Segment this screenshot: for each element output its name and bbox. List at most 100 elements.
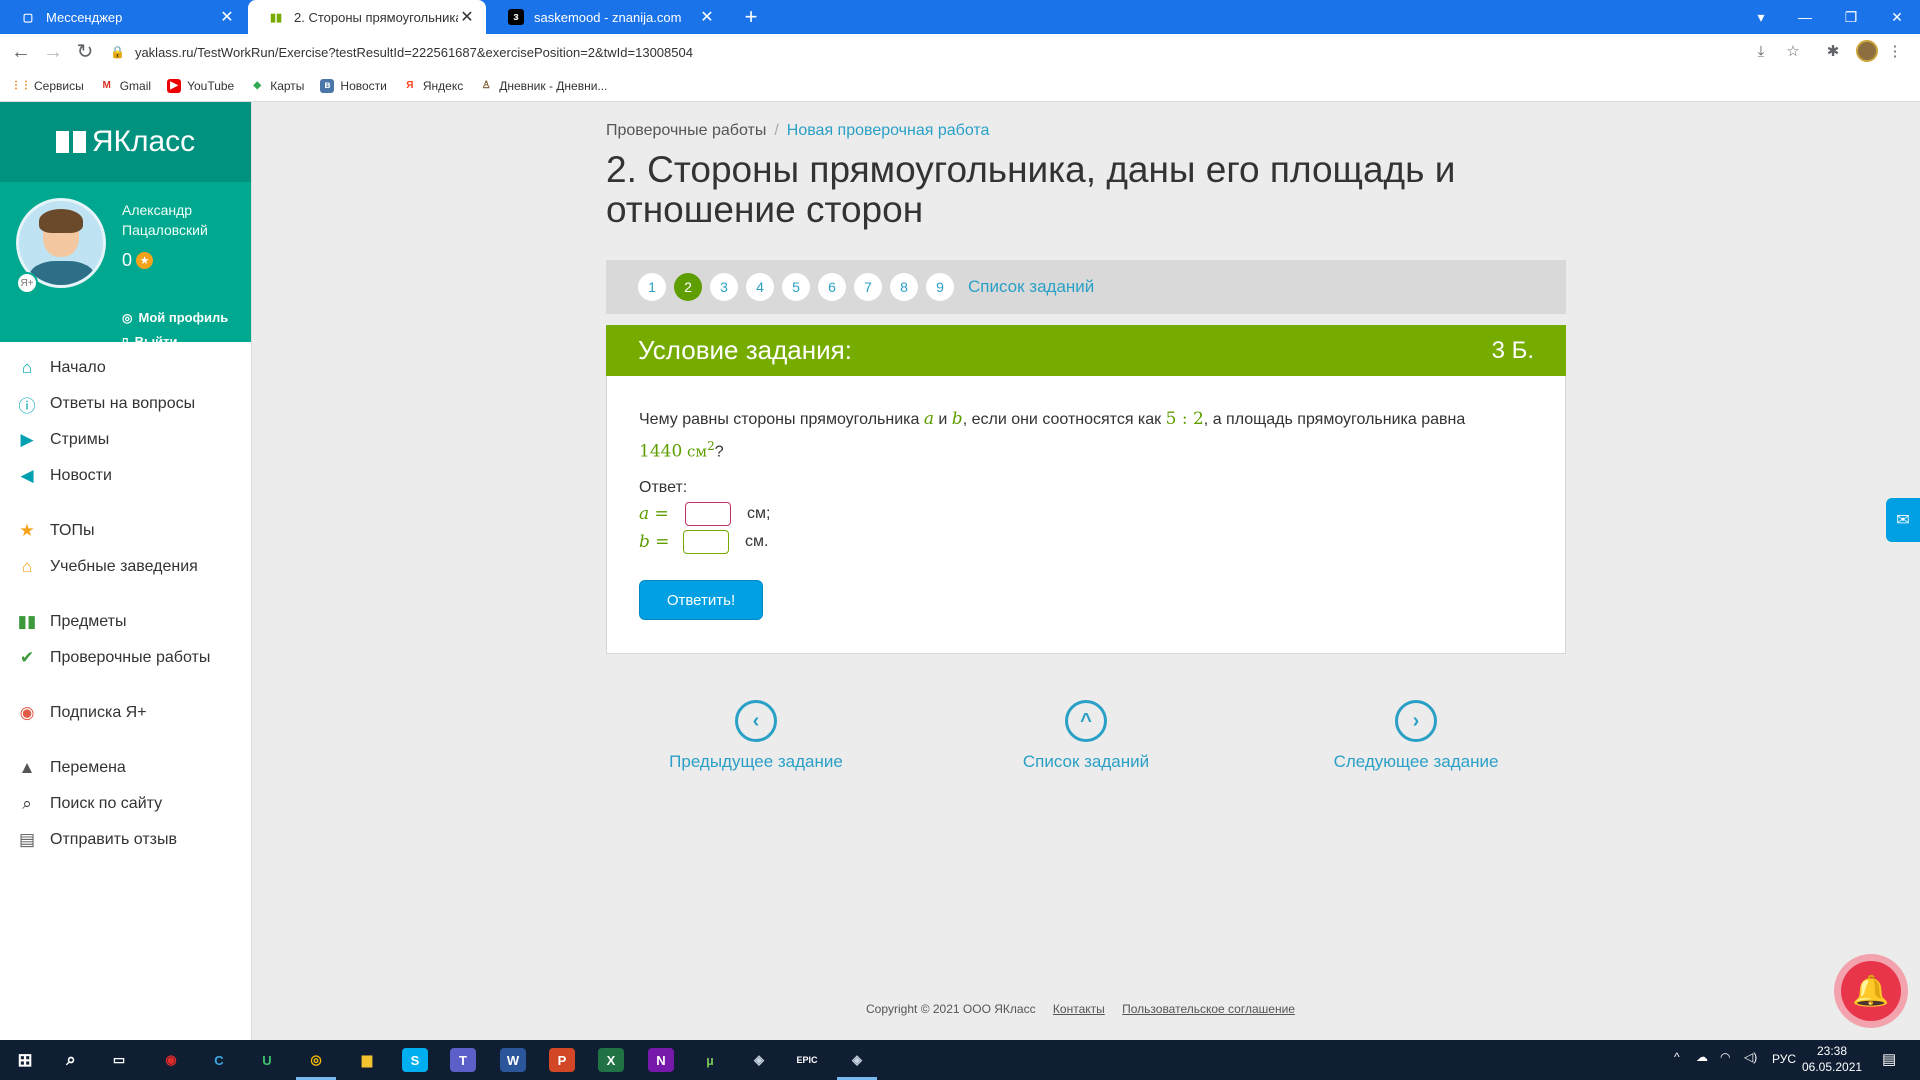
skype-icon[interactable]: S <box>402 1048 428 1072</box>
bookmark-gmail[interactable]: M Gmail <box>100 79 152 93</box>
sidebar-item-news[interactable]: ◀ Новости <box>0 458 252 494</box>
wifi-icon[interactable]: ◠ <box>1720 1050 1730 1064</box>
task-list-link[interactable]: Список заданий <box>968 277 1094 297</box>
chevron-left-icon: ‹ <box>735 700 777 742</box>
kebab-menu-icon[interactable]: ⋮ <box>1884 42 1906 64</box>
browser-tab-yaklass[interactable]: ▮▮ 2. Стороны прямоугольника, да ✕ <box>248 0 486 34</box>
task-list-nav-link[interactable]: ^ Список заданий <box>966 700 1206 772</box>
breadcrumb-parent[interactable]: Проверочные работы <box>606 122 766 139</box>
steam-running-icon[interactable]: ◈ <box>844 1048 870 1072</box>
browser-tab-messenger[interactable]: ▢ Мессенджер ✕ <box>0 0 246 34</box>
sidebar-item-break[interactable]: ▲ Перемена <box>0 750 252 786</box>
sidebar-item-streams[interactable]: ▶ Стримы <box>0 422 252 458</box>
close-icon[interactable]: ✕ <box>698 7 716 27</box>
task-number-3[interactable]: 3 <box>710 273 738 301</box>
browser-tab-znanija[interactable]: з saskemood - znanija.com ✕ <box>488 0 726 34</box>
chrome-icon[interactable]: ◎ <box>303 1048 329 1072</box>
answer-input-a[interactable] <box>685 502 731 526</box>
check-circle-icon: ✔ <box>19 648 35 667</box>
bookmark-maps[interactable]: ◆ Карты <box>250 79 304 93</box>
sidebar-item-subscription[interactable]: ◉ Подписка Я+ <box>0 695 252 731</box>
znanija-icon: з <box>508 9 524 25</box>
books-icon: ▮▮ <box>17 612 37 631</box>
file-explorer-icon[interactable]: ▆ <box>354 1048 380 1072</box>
search-icon[interactable]: ⌕ <box>58 1048 84 1072</box>
next-task-link[interactable]: › Следующее задание <box>1296 700 1536 772</box>
steam-icon[interactable]: ◈ <box>746 1048 772 1072</box>
task-number-1[interactable]: 1 <box>638 273 666 301</box>
logo-text: ЯКласс <box>91 125 196 158</box>
weather-tray-icon[interactable]: ☁ <box>1696 1050 1708 1064</box>
bookmark-star-icon[interactable]: ☆ <box>1782 42 1804 64</box>
tab-search-icon[interactable]: ▾ <box>1738 0 1784 34</box>
task-number-5[interactable]: 5 <box>782 273 810 301</box>
utorrent-green-icon[interactable]: µ <box>697 1048 723 1072</box>
sidebar-item-schools[interactable]: ⌂ Учебные заведения <box>0 549 252 585</box>
feedback-icon: ▤ <box>18 830 36 849</box>
task-number-8[interactable]: 8 <box>890 273 918 301</box>
sidebar-item-tests[interactable]: ✔ Проверочные работы <box>0 640 252 676</box>
contacts-link[interactable]: Контакты <box>1053 1002 1105 1016</box>
bookmark-dnevnik[interactable]: ♙ Дневник - Дневни... <box>479 79 608 93</box>
task-number-2[interactable]: 2 <box>674 273 702 301</box>
minimize-icon[interactable]: — <box>1782 0 1828 34</box>
logout-link[interactable]: ▯ Выйти <box>122 334 177 349</box>
back-arrow-icon[interactable]: ← <box>8 40 34 64</box>
submit-answer-button[interactable]: Ответить! <box>639 580 763 620</box>
sidebar-item-subjects[interactable]: ▮▮ Предметы <box>0 604 252 640</box>
yaklass-logo[interactable]: ЯКласс <box>0 102 251 182</box>
url-field[interactable]: 🔒 yaklass.ru/TestWorkRun/Exercise?testRe… <box>110 38 1740 66</box>
powerpoint-icon[interactable]: P <box>549 1048 575 1072</box>
bookmark-services[interactable]: ⋮⋮ Сервисы <box>11 79 84 93</box>
task-number-4[interactable]: 4 <box>746 273 774 301</box>
sidebar-item-tops[interactable]: ★ ТОПы <box>0 513 252 549</box>
sidebar-item-search[interactable]: ⌕ Поиск по сайту <box>0 786 252 822</box>
task-number-9[interactable]: 9 <box>926 273 954 301</box>
bookmark-label: YouTube <box>187 78 235 93</box>
notification-center-icon[interactable]: ▤ <box>1882 1050 1896 1068</box>
dnevnik-icon: ♙ <box>481 80 491 91</box>
new-tab-button[interactable]: + <box>738 4 764 30</box>
profile-avatar[interactable] <box>1856 40 1878 62</box>
restore-icon[interactable]: ❐ <box>1828 0 1874 34</box>
sidebar-item-home[interactable]: ⌂ Начало <box>0 350 252 386</box>
bookmarks-bar: ⋮⋮ Сервисы M Gmail ▶ YouTube ◆ Карты в Новост… <box>0 70 1920 102</box>
bookmark-youtube[interactable]: ▶ YouTube <box>167 78 235 93</box>
windows-start-icon[interactable]: ⊞ <box>12 1048 38 1072</box>
sidebar-item-feedback[interactable]: ▤ Отправить отзыв <box>0 822 252 858</box>
breadcrumb-current[interactable]: Новая проверочная работа <box>787 122 990 139</box>
bookmark-yandex[interactable]: Я Яндекс <box>403 79 463 93</box>
teams-icon[interactable]: T <box>450 1048 476 1072</box>
system-clock[interactable]: 23:38 06.05.2021 <box>1802 1043 1862 1075</box>
extensions-puzzle-icon[interactable]: ✱ <box>1822 42 1844 64</box>
onenote-icon[interactable]: N <box>648 1048 674 1072</box>
sidebar-item-answers[interactable]: ⓘ Ответы на вопросы <box>0 386 252 422</box>
volume-icon[interactable]: ◁) <box>1744 1050 1757 1064</box>
ccleaner-icon[interactable]: C <box>206 1048 232 1072</box>
word-icon[interactable]: W <box>500 1048 526 1072</box>
sidebar-item-label: Новости <box>50 467 112 484</box>
excel-icon[interactable]: X <box>598 1048 624 1072</box>
previous-task-link[interactable]: ‹ Предыдущее задание <box>636 700 876 772</box>
language-indicator[interactable]: РУС <box>1772 1052 1796 1066</box>
tray-chevron-icon[interactable]: ^ <box>1674 1050 1680 1064</box>
close-icon[interactable]: ✕ <box>458 7 476 27</box>
task-number-6[interactable]: 6 <box>818 273 846 301</box>
feedback-mail-icon[interactable]: ✉ <box>1886 498 1920 542</box>
game-app-icon[interactable]: ◉ <box>158 1048 184 1072</box>
notification-bell-button[interactable]: 🔔 <box>1834 954 1908 1028</box>
task-view-icon[interactable]: ▭ <box>106 1048 132 1072</box>
window-close-icon[interactable]: ✕ <box>1874 0 1920 34</box>
bookmark-news[interactable]: в Новости <box>320 78 387 93</box>
user-agreement-link[interactable]: Пользовательское соглашение <box>1122 1002 1295 1016</box>
install-app-icon[interactable]: ⤓ <box>1750 42 1772 64</box>
utorrent-icon[interactable]: U <box>254 1048 280 1072</box>
task-number-7[interactable]: 7 <box>854 273 882 301</box>
browser-tab-bar: ▢ Мессенджер ✕ ▮▮ 2. Стороны прямоугольн… <box>0 0 1920 34</box>
my-profile-link[interactable]: ◎ Мой профиль <box>122 310 228 325</box>
forward-arrow-icon[interactable]: → <box>40 40 66 64</box>
answer-input-b[interactable] <box>683 530 729 554</box>
reload-icon[interactable]: ↻ <box>72 40 98 64</box>
close-icon[interactable]: ✕ <box>218 7 236 27</box>
epic-games-icon[interactable]: EPIC <box>794 1048 820 1072</box>
